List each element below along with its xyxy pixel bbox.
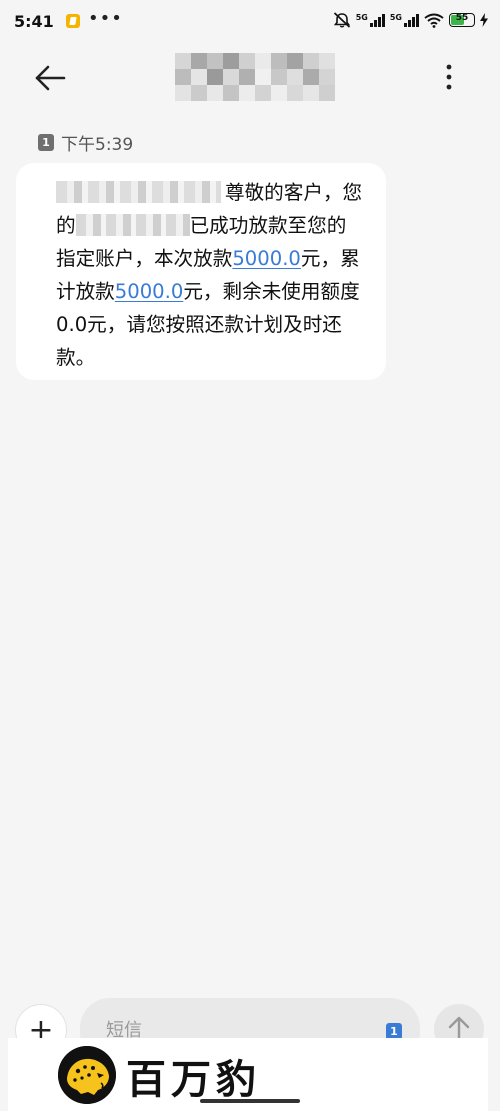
message-bubble[interactable]: 尊敬的客户，您的 已成功放款至您的指定账户，本次放款5000.0元，累计放款500… xyxy=(16,163,386,380)
amount-link-1[interactable]: 5000.0 xyxy=(232,247,301,270)
message-timestamp-row: 1 下午5:39 xyxy=(38,130,133,155)
signal-icon-2: 5G xyxy=(390,13,419,27)
status-icons: 5G 5G 55 xyxy=(333,12,488,28)
amount-link-2[interactable]: 5000.0 xyxy=(115,280,184,303)
more-vertical-icon[interactable] xyxy=(440,62,458,92)
home-indicator[interactable] xyxy=(200,1099,300,1103)
redacted-sender-text xyxy=(56,181,221,203)
charging-icon xyxy=(480,13,488,27)
network-label-1: 5G xyxy=(355,13,368,22)
message-text: 尊敬的客户，您的 已成功放款至您的指定账户，本次放款5000.0元，累计放款500… xyxy=(56,176,364,374)
signal-icon: 5G xyxy=(356,13,385,27)
battery-level: 55 xyxy=(455,13,469,23)
network-label-2: 5G xyxy=(389,13,402,22)
back-arrow-icon[interactable] xyxy=(34,64,66,92)
redacted-company-text xyxy=(75,214,190,236)
mute-icon xyxy=(333,12,350,28)
battery-icon: 55 xyxy=(449,13,475,27)
leopard-logo-icon xyxy=(58,1046,116,1104)
message-timestamp: 下午5:39 xyxy=(61,135,134,155)
sim-badge: 1 xyxy=(38,134,54,151)
app-notification-icon xyxy=(66,14,80,28)
status-time: 5:41 xyxy=(14,12,54,31)
wifi-icon xyxy=(424,13,444,28)
more-dots-icon: ••• xyxy=(88,8,123,29)
sender-name-redacted[interactable] xyxy=(175,45,335,107)
watermark-brand: 百万豹 xyxy=(126,1056,261,1103)
